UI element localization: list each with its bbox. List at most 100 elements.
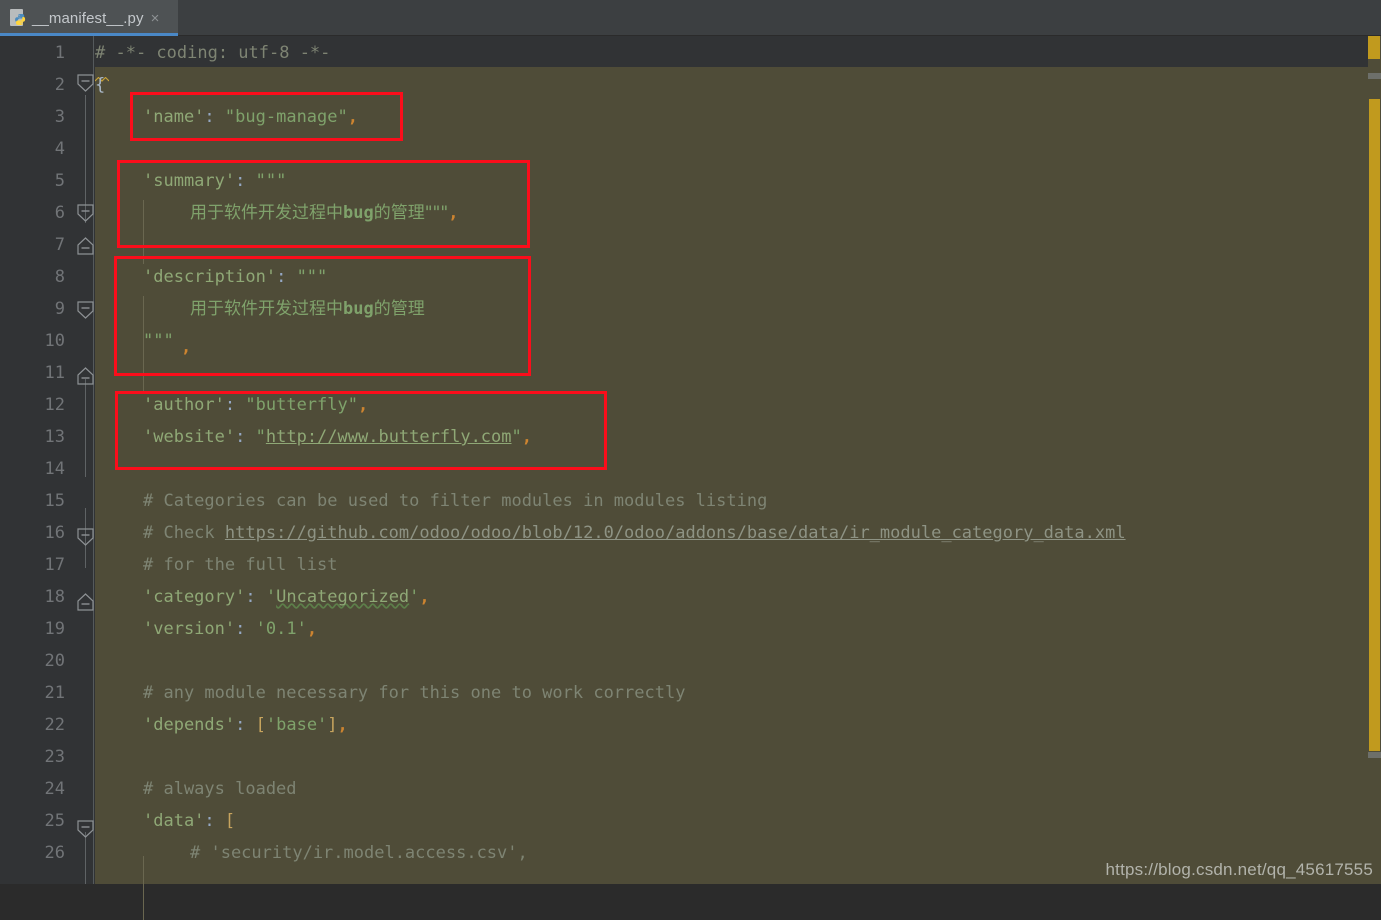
colon: : bbox=[204, 811, 215, 831]
code-lines: 1 # -*- coding: utf-8 -*- 2 { 3 'name': … bbox=[0, 36, 1381, 884]
python-logo-icon bbox=[15, 13, 26, 26]
vertical-scrollbar-thumb[interactable] bbox=[1369, 99, 1380, 751]
line-number: 17 bbox=[44, 555, 65, 575]
triple-quote-open: """ bbox=[296, 267, 328, 287]
line-content: # always loaded bbox=[95, 773, 297, 805]
line-content: 'depends': ['base'], bbox=[95, 709, 348, 741]
dict-key-description: 'description' bbox=[143, 267, 277, 287]
tab-label: __manifest__.py bbox=[32, 9, 144, 27]
code-line-2: 2 { bbox=[0, 69, 1381, 101]
line-number: 10 bbox=[44, 331, 65, 351]
line-content: # any module necessary for this one to w… bbox=[95, 677, 685, 709]
code-line-22: 22 'depends': ['base'], bbox=[0, 709, 1381, 741]
line-number: 8 bbox=[54, 267, 65, 287]
comment-full-list: # for the full list bbox=[143, 555, 338, 575]
description-text-cjk: 用于软件开发过程中 bbox=[190, 299, 343, 319]
comment-depends: # any module necessary for this one to w… bbox=[143, 683, 686, 703]
line-content: # 'security/ir.model.access.csv', bbox=[95, 837, 528, 869]
bracket-close: ] bbox=[327, 715, 338, 735]
code-line-23: 23 bbox=[0, 741, 1381, 773]
quote-close: ' bbox=[409, 587, 420, 607]
line-content: 'category': 'Uncategorized', bbox=[95, 581, 430, 613]
summary-text-cjk: 用于软件开发过程中 bbox=[190, 203, 343, 223]
code-line-1: 1 # -*- coding: utf-8 -*- bbox=[0, 37, 1381, 82]
line-number: 1 bbox=[54, 43, 65, 63]
code-line-10: 10 """ , bbox=[0, 325, 1381, 357]
code-line-16: 16 # Check https://github.com/odoo/odoo/… bbox=[0, 517, 1381, 549]
line-number: 15 bbox=[44, 491, 65, 511]
code-editor[interactable]: 1 # -*- coding: utf-8 -*- 2 { 3 'name': … bbox=[0, 36, 1381, 920]
line-number: 6 bbox=[54, 203, 65, 223]
code-line-3: 3 'name': "bug-manage", bbox=[0, 101, 1381, 133]
dict-value-version: '0.1' bbox=[255, 619, 307, 639]
code-line-11: 11 bbox=[0, 357, 1381, 389]
line-number: 23 bbox=[44, 747, 65, 767]
error-stripe-marker[interactable] bbox=[1368, 36, 1380, 59]
code-line-20: 20 bbox=[0, 645, 1381, 677]
code-line-9: 9 用于软件开发过程中bug的管理 bbox=[0, 293, 1381, 325]
line-content: # for the full list bbox=[95, 549, 337, 581]
line-content: # Check https://github.com/odoo/odoo/blo… bbox=[95, 517, 1126, 549]
comma: , bbox=[306, 619, 318, 639]
dict-key-summary: 'summary' bbox=[143, 171, 236, 191]
dict-key-category: 'category' bbox=[143, 587, 246, 607]
comma: , bbox=[419, 587, 430, 607]
error-stripe-marker[interactable] bbox=[1368, 73, 1381, 79]
colon: : bbox=[235, 619, 246, 639]
line-number: 7 bbox=[54, 235, 65, 255]
comment-check: # Check bbox=[143, 523, 225, 543]
colon: : bbox=[235, 427, 246, 447]
tab-manifest-py[interactable]: __manifest__.py × bbox=[0, 0, 178, 36]
comma: , bbox=[357, 395, 369, 415]
line-content: # Categories can be used to filter modul… bbox=[95, 485, 767, 517]
code-line-13: 13 'website': "http://www.butterfly.com"… bbox=[0, 421, 1381, 453]
line-content: 用于软件开发过程中bug的管理 bbox=[95, 293, 425, 325]
line-number: 21 bbox=[44, 683, 65, 703]
code-line-17: 17 # for the full list bbox=[0, 549, 1381, 581]
line-number: 14 bbox=[44, 459, 65, 479]
vertical-scrollbar-track[interactable] bbox=[1368, 36, 1381, 884]
line-content: 'name': "bug-manage", bbox=[95, 101, 358, 133]
quote-close: " bbox=[511, 427, 522, 447]
quote-open: " bbox=[255, 427, 266, 447]
github-url-link[interactable]: https://github.com/odoo/odoo/blob/12.0/o… bbox=[225, 523, 1126, 543]
colon: : bbox=[224, 395, 236, 415]
comma: , bbox=[448, 203, 459, 223]
warning-squiggle bbox=[94, 61, 110, 82]
line-content: 'summary': """ bbox=[95, 165, 286, 197]
quote-open: ' bbox=[265, 587, 277, 607]
comma: , bbox=[337, 715, 348, 735]
triple-quote-open: """ bbox=[255, 171, 287, 191]
description-text-bug: bug bbox=[343, 299, 374, 319]
code-line-21: 21 # any module necessary for this one t… bbox=[0, 677, 1381, 709]
code-line-14: 14 bbox=[0, 453, 1381, 485]
dict-value-depends: 'base' bbox=[265, 715, 328, 735]
dict-key-data: 'data' bbox=[143, 811, 205, 831]
line-content: 'author': "butterfly", bbox=[95, 389, 368, 421]
website-url-link[interactable]: http://www.butterfly.com bbox=[266, 427, 512, 447]
bracket-open: [ bbox=[224, 811, 236, 831]
line-number: 22 bbox=[44, 715, 65, 735]
spellcheck-word-uncategorized: Uncategorized bbox=[276, 587, 410, 607]
line-number: 11 bbox=[44, 363, 65, 383]
dict-key-website: 'website' bbox=[143, 427, 236, 447]
error-stripe-marker[interactable] bbox=[1368, 752, 1381, 758]
python-file-icon bbox=[10, 9, 27, 27]
comma: , bbox=[521, 427, 533, 447]
line-content: 'version': '0.1', bbox=[95, 613, 317, 645]
colon: : bbox=[245, 587, 256, 607]
code-line-6: 6 用于软件开发过程中bug的管理""", bbox=[0, 197, 1381, 229]
close-icon[interactable]: × bbox=[151, 11, 160, 26]
line-number: 12 bbox=[44, 395, 65, 415]
triple-quote-close: """ bbox=[143, 331, 174, 351]
dict-key-version: 'version' bbox=[143, 619, 236, 639]
dict-value-name: "bug-manage" bbox=[224, 107, 348, 127]
line-number: 24 bbox=[44, 779, 65, 799]
bracket-open: [ bbox=[255, 715, 266, 735]
code-line-12: 12 'author': "butterfly", bbox=[0, 389, 1381, 421]
dict-key-depends: 'depends' bbox=[143, 715, 236, 735]
description-text-tail: 的管理 bbox=[373, 299, 425, 319]
line-content: 'website': "http://www.butterfly.com", bbox=[95, 421, 532, 453]
line-number: 4 bbox=[54, 139, 65, 159]
line-content: # -*- coding: utf-8 -*- bbox=[95, 43, 331, 63]
